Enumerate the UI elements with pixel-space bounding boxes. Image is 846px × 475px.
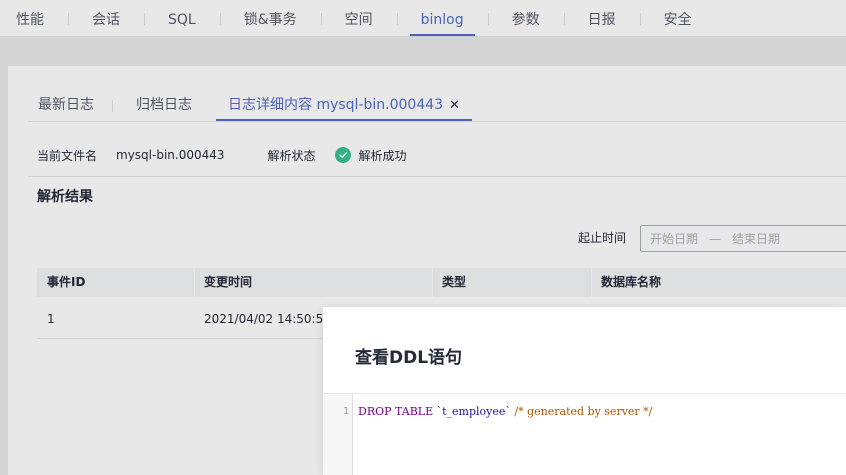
code-editor[interactable]: 1 DROP TABLE `t_employee` /* generated b… xyxy=(323,394,846,475)
line-number: 1 xyxy=(342,406,349,417)
code-line: DROP TABLE `t_employee` /* generated by … xyxy=(358,405,652,418)
dialog-title: 查看DDL语句 xyxy=(355,348,463,368)
code-keyword: DROP TABLE xyxy=(358,405,434,418)
code-comment: /* generated by server */ xyxy=(514,405,653,418)
ddl-dialog: 查看DDL语句 1 DROP TABLE `t_employee` /* gen… xyxy=(323,307,846,475)
code-gutter: 1 xyxy=(323,394,353,475)
code-identifier: `t_employee` xyxy=(436,405,511,418)
